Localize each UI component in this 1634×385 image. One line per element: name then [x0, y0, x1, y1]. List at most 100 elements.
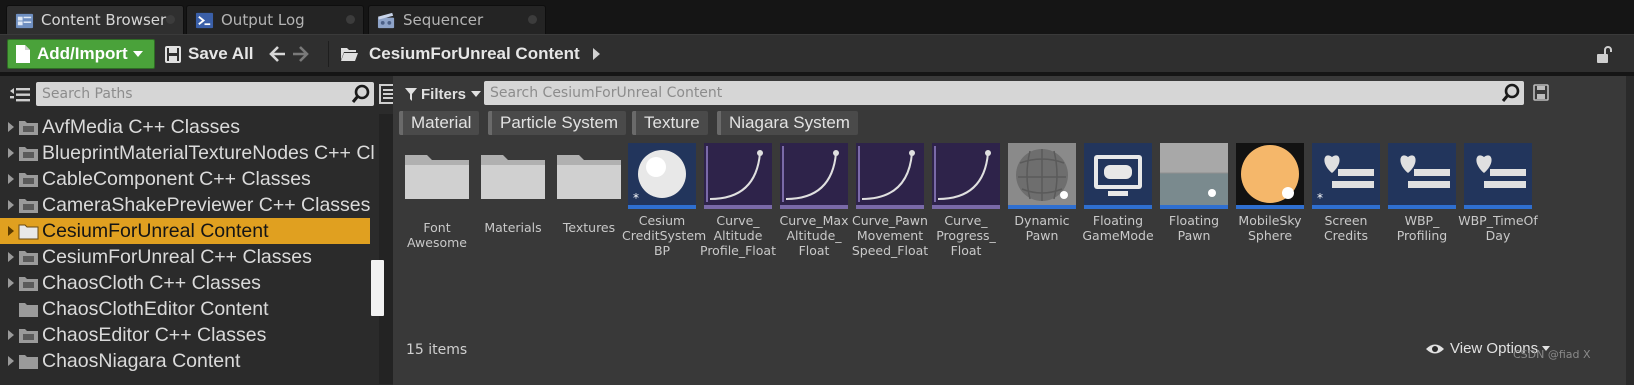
expand-arrow-icon[interactable]	[8, 226, 14, 236]
expand-arrow-icon[interactable]	[8, 200, 14, 210]
back-arrow-icon[interactable]	[269, 45, 287, 63]
asset-tile-folder[interactable]: Font Awesome	[403, 143, 471, 258]
expand-arrow-icon[interactable]	[8, 252, 14, 262]
tree-item-label: CameraShakePreviewer C++ Classes	[42, 194, 371, 216]
asset-tile-widget[interactable]: WBP_TimeOf Day	[1458, 143, 1538, 258]
save-search-icon[interactable]	[1533, 84, 1549, 101]
tab-content-browser[interactable]: Content Browser	[6, 5, 184, 34]
breadcrumb[interactable]: CesiumForUnreal Content	[340, 39, 580, 69]
asset-tile-curve[interactable]: Curve_Max Altitude_ Float	[780, 143, 848, 258]
asset-name: MobileSky Sphere	[1238, 213, 1302, 243]
asset-tile-blueprint[interactable]: Floating GameMode	[1082, 143, 1154, 258]
asset-tile-widget[interactable]: WBP_ Profiling	[1388, 143, 1456, 258]
asset-name: Dynamic Pawn	[1014, 213, 1070, 243]
search-icon[interactable]	[1501, 83, 1521, 103]
cpp-folder-icon	[19, 173, 38, 187]
tab-label: Content Browser	[41, 11, 167, 29]
asset-tile-blueprint[interactable]: * Cesium CreditSystem BP	[622, 143, 706, 258]
tree-item[interactable]: ChaosEditor C++ Classes	[0, 322, 380, 348]
content-browser-toolbar: Add/Import Save All CesiumForUnreal Cont…	[0, 34, 1634, 72]
tree-item[interactable]: CameraShakePreviewer C++ Classes	[0, 192, 380, 218]
tree-item[interactable]: CableComponent C++ Classes	[0, 166, 380, 192]
filter-chip-toggle	[717, 111, 721, 135]
sequencer-icon	[377, 12, 395, 28]
filter-chip-texture[interactable]: Texture	[632, 111, 708, 135]
search-icon[interactable]	[351, 84, 371, 104]
tree-item[interactable]: ChaosCloth C++ Classes	[0, 270, 380, 296]
asset-name: Curve_ Progress_ Float	[936, 213, 996, 258]
path-panel: AvfMedia C++ Classes BlueprintMaterialTe…	[0, 76, 400, 385]
asset-name: WBP_TimeOf Day	[1458, 213, 1538, 243]
asset-tile-blueprint[interactable]: Dynamic Pawn	[1008, 143, 1076, 258]
filter-chip-particle-system[interactable]: Particle System	[488, 111, 627, 135]
pawn-sphere-icon	[1008, 143, 1076, 209]
filter-chip-toggle	[488, 111, 492, 135]
asset-name: Floating Pawn	[1168, 213, 1220, 243]
tree-item[interactable]: ChaosNiagara Content	[0, 348, 380, 374]
filters-button[interactable]: Filters	[405, 82, 482, 106]
asset-tile-widget[interactable]: * Screen Credits	[1312, 143, 1380, 258]
filter-chip-label: Niagara System	[729, 113, 850, 132]
asset-search-input[interactable]	[490, 81, 1480, 105]
tree-item[interactable]: BlueprintMaterialTextureNodes C++ Cl	[0, 140, 380, 166]
editor-tab-bar: Content Browser Output Log Sequencer	[0, 0, 1634, 34]
tree-item[interactable]: AvfMedia C++ Classes	[0, 114, 380, 140]
asset-tile-blueprint[interactable]: Floating Pawn	[1160, 143, 1228, 258]
output-log-icon	[195, 12, 214, 28]
asset-tile-curve[interactable]: Curve_Pawn Movement Speed_Float	[852, 143, 928, 258]
asset-tile-curve[interactable]: Curve_ Altitude Profile_Float	[700, 143, 776, 258]
tab-close-icon[interactable]	[166, 15, 175, 24]
folder-icon	[18, 224, 39, 240]
collapse-sources-icon[interactable]	[9, 86, 31, 106]
asset-tile-blueprint[interactable]: MobileSky Sphere	[1236, 143, 1304, 258]
expand-arrow-icon[interactable]	[8, 148, 14, 158]
save-all-label: Save All	[188, 44, 254, 63]
tab-sequencer[interactable]: Sequencer	[368, 5, 546, 34]
save-all-button[interactable]: Save All	[165, 39, 254, 69]
expand-arrow-icon[interactable]	[8, 278, 14, 288]
unlocked-icon[interactable]	[1594, 44, 1616, 66]
folder-icon	[405, 155, 469, 199]
tree-item[interactable]: ChaosClothEditor Content	[0, 296, 380, 322]
svg-text:*: *	[633, 191, 639, 205]
asset-name: Textures	[562, 220, 616, 235]
expand-arrow-icon[interactable]	[8, 356, 14, 366]
tree-item[interactable]: CesiumForUnreal C++ Classes	[0, 244, 380, 270]
folder-icon	[557, 155, 621, 199]
asset-tile-curve[interactable]: Curve_ Progress_ Float	[932, 143, 1000, 258]
expand-arrow-icon[interactable]	[8, 330, 14, 340]
tree-item-label: ChaosEditor C++ Classes	[42, 324, 267, 346]
tab-close-icon[interactable]	[528, 15, 537, 24]
path-search-input[interactable]	[42, 82, 342, 106]
chevron-down-icon	[132, 51, 143, 57]
tree-item-selected[interactable]: CesiumForUnreal Content	[0, 218, 370, 244]
curve-icon	[856, 143, 924, 209]
forward-arrow-icon[interactable]	[291, 45, 309, 63]
asset-name: Font Awesome	[407, 220, 467, 250]
filter-chip-material[interactable]: Material	[399, 111, 480, 135]
filter-icon	[405, 87, 417, 101]
tree-scrollbar-thumb[interactable]	[371, 260, 384, 316]
path-tree: AvfMedia C++ Classes BlueprintMaterialTe…	[0, 114, 380, 382]
asset-tile-folder[interactable]: Textures	[555, 143, 623, 258]
filter-chip-label: Particle System	[500, 113, 619, 132]
filter-chip-niagara-system[interactable]: Niagara System	[717, 111, 858, 135]
tab-output-log[interactable]: Output Log	[186, 5, 364, 34]
filter-chip-toggle	[399, 111, 403, 135]
add-import-button[interactable]: Add/Import	[7, 39, 155, 69]
asset-scrollbar[interactable]	[1626, 76, 1634, 385]
asset-name: Materials	[484, 220, 542, 235]
svg-text:*: *	[1317, 191, 1323, 205]
asset-name: Cesium CreditSystem BP	[622, 213, 707, 258]
expand-arrow-icon[interactable]	[8, 122, 14, 132]
widget-blueprint-icon	[1388, 143, 1456, 209]
folder-icon	[19, 355, 38, 369]
sky-sphere-icon	[1236, 143, 1304, 209]
chevron-down-icon	[471, 91, 482, 97]
breadcrumb-chevron-right-icon[interactable]	[593, 48, 600, 60]
asset-tile-folder[interactable]: Materials	[479, 143, 547, 258]
tab-close-icon[interactable]	[346, 15, 355, 24]
tree-scrollbar[interactable]	[379, 114, 393, 384]
asset-name: Curve_ Altitude Profile_Float	[700, 213, 776, 258]
expand-arrow-icon[interactable]	[8, 174, 14, 184]
